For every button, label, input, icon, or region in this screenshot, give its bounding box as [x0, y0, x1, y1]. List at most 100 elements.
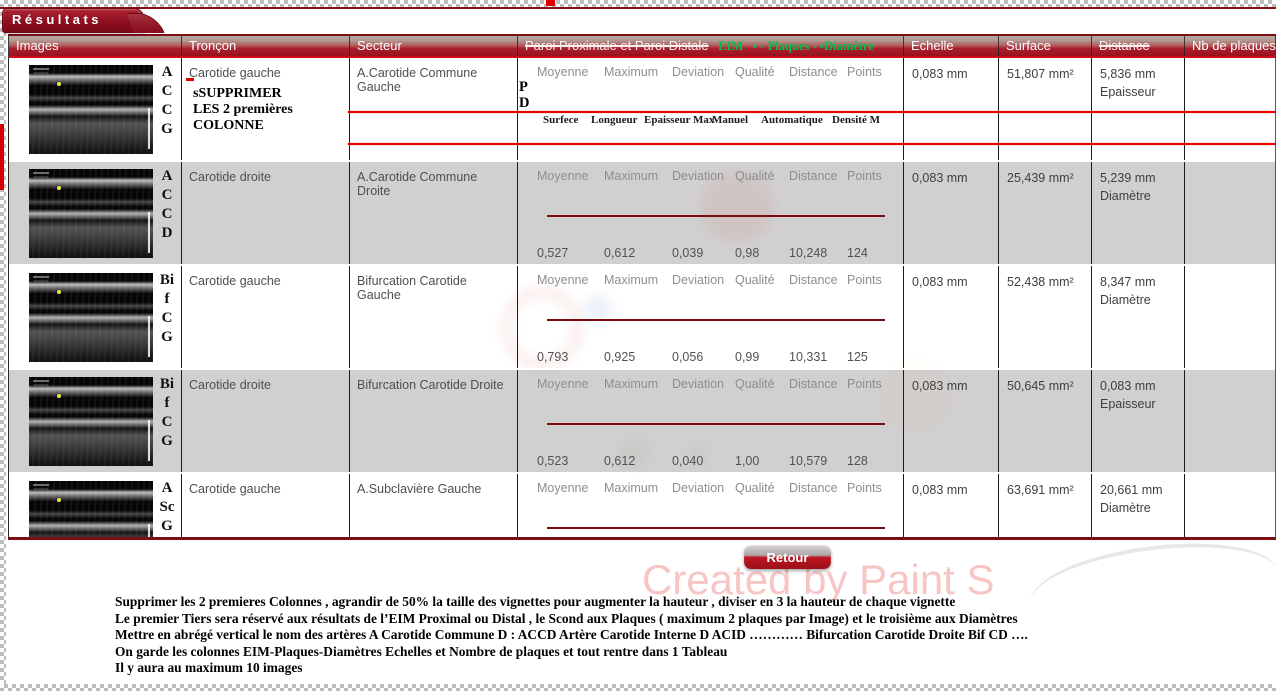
- selection-border-top: [0, 0, 1276, 7]
- ultrasound-scan-texture: [29, 65, 153, 154]
- secteur-value: A.Subclavière Gauche: [350, 474, 517, 496]
- eim-values: 0,793 0,925 0,056 0,99 10,331 125: [518, 350, 903, 366]
- subheader-maximum: Maximum: [604, 273, 658, 287]
- images-cell: A C C G: [9, 58, 181, 160]
- surface-value: 50,645 mm²: [999, 370, 1091, 393]
- distance-value: 5,239 mm: [1092, 162, 1184, 185]
- distance-type-label: Diamètre: [1092, 289, 1184, 307]
- subheader-deviation: Deviation: [672, 169, 724, 183]
- annotation-pd: P D: [519, 79, 529, 111]
- thumbnail-yellow-marker: [57, 82, 61, 86]
- tab-resultats[interactable]: Résultats: [2, 8, 144, 33]
- selection-border-left: [0, 0, 6, 691]
- distance-type-label: Epaisseur: [1092, 81, 1184, 99]
- images-cell: Bi f C G: [9, 370, 181, 472]
- eim-separator-line: [547, 527, 885, 529]
- secteur-value: A.Carotide Commune Gauche: [350, 58, 517, 94]
- band-label: Automatique: [761, 114, 823, 126]
- subheader-distance: Distance: [789, 481, 838, 495]
- secteur-value: Bifurcation Carotide Gauche: [350, 266, 517, 302]
- subheader-maximum: Maximum: [604, 169, 658, 183]
- surface-cell: 63,691 mm²: [998, 474, 1091, 537]
- struck-paroi-label: Paroi Proximale et Paroi Distale: [525, 38, 709, 53]
- troncon-cell: Carotide droite: [181, 162, 349, 264]
- distance-type-label: Diamètre: [1092, 497, 1184, 515]
- note-line: On garde les colonnes EIM-Plaques-Diamèt…: [115, 644, 1028, 661]
- artery-abbrev: A Sc G: [153, 479, 181, 536]
- subheader-points: Points: [847, 377, 882, 391]
- nb-plaques-value: [1185, 162, 1276, 171]
- secteur-value: Bifurcation Carotide Droite: [350, 370, 517, 392]
- subheader-qualite: Qualité: [735, 273, 775, 287]
- distance-cell: 8,347 mm Diamètre: [1091, 266, 1184, 368]
- note-line: Supprimer les 2 premieres Colonnes , agr…: [115, 594, 1028, 611]
- table-row: Bi f C G Carotide droite Bifurcation Car…: [9, 370, 1275, 474]
- eim-values: 0,523 0,612 0,040 1,00 10,579 128: [518, 454, 903, 470]
- troncon-value: Carotide gauche: [182, 474, 349, 496]
- echelle-cell: 0,083 mm: [903, 162, 998, 264]
- table-row: Bi f C G Carotide gauche Bifurcation Car…: [9, 266, 1275, 370]
- tab-resultats-label: Résultats: [3, 9, 143, 31]
- distance-value: 5,836 mm: [1092, 58, 1184, 81]
- troncon-cell: Carotide gauche: [181, 266, 349, 368]
- distance-cell: 20,661 mm Diamètre: [1091, 474, 1184, 537]
- subheader-points: Points: [847, 273, 882, 287]
- subheader-distance: Distance: [789, 273, 838, 287]
- subheader-deviation: Deviation: [672, 65, 724, 79]
- nb-plaques-value: [1185, 266, 1276, 275]
- red-annotation-line: [348, 111, 1276, 113]
- ultrasound-scan-texture: [29, 169, 153, 258]
- nb-plaques-value: [1185, 474, 1276, 483]
- ultrasound-scan-texture: [29, 481, 153, 537]
- nb-plaques-cell: [1184, 370, 1276, 472]
- retour-button[interactable]: Retour: [744, 545, 831, 569]
- column-header-paroi-eim: Paroi Proximale et Paroi Distale EIM ▪ -…: [517, 36, 903, 56]
- ultrasound-thumbnail[interactable]: [29, 273, 153, 362]
- troncon-cell: Carotide droite: [181, 370, 349, 472]
- nb-plaques-cell: [1184, 162, 1276, 264]
- nb-plaques-cell: [1184, 266, 1276, 368]
- secteur-cell: Bifurcation Carotide Gauche: [349, 266, 517, 368]
- value-moyenne: 0,523: [537, 454, 568, 468]
- eim-subheaders: Moyenne Maximum Deviation Qualité Distan…: [518, 169, 903, 185]
- thumbnail-corner-marks: [33, 380, 49, 382]
- backdrop-swoosh: [1026, 531, 1276, 645]
- subheader-points: Points: [847, 481, 882, 495]
- surface-value: 51,807 mm²: [999, 58, 1091, 81]
- thumbnail-yellow-marker: [57, 498, 61, 502]
- ultrasound-thumbnail[interactable]: [29, 65, 153, 154]
- ultrasound-thumbnail[interactable]: [29, 481, 153, 537]
- value-maximum: 0,612: [604, 246, 635, 260]
- surface-value: 63,691 mm²: [999, 474, 1091, 497]
- thumbnail-corner-marks: [33, 484, 49, 486]
- subheader-moyenne: Moyenne: [537, 273, 588, 287]
- red-annotation-dash: [0, 124, 4, 190]
- thumbnail-corner-marks: [33, 276, 49, 278]
- value-deviation: 0,039: [672, 246, 703, 260]
- secteur-cell: Bifurcation Carotide Droite: [349, 370, 517, 472]
- ultrasound-thumbnail[interactable]: [29, 169, 153, 258]
- red-annotation-mark: [186, 78, 194, 81]
- echelle-value: 0,083 mm: [904, 370, 998, 393]
- value-distance: 10,331: [789, 350, 827, 364]
- ultrasound-thumbnail[interactable]: [29, 377, 153, 466]
- selection-border-bottom: [0, 684, 1276, 691]
- band-label: Epaisseur Max: [644, 114, 714, 126]
- secteur-value: A.Carotide Commune Droite: [350, 162, 517, 198]
- eim-cell: Moyenne Maximum Deviation Qualité Distan…: [517, 474, 903, 537]
- echelle-cell: 0,083 mm: [903, 266, 998, 368]
- nb-plaques-value: [1185, 370, 1276, 379]
- eim-values: 0,527 0,612 0,039 0,98 10,248 124: [518, 246, 903, 262]
- subheader-distance: Distance: [789, 377, 838, 391]
- red-annotation-tick: [546, 0, 555, 6]
- column-header-secteur: Secteur: [349, 36, 517, 56]
- subheader-qualite: Qualité: [735, 377, 775, 391]
- distance-value: 8,347 mm: [1092, 266, 1184, 289]
- subheader-qualite: Qualité: [735, 65, 775, 79]
- column-header-surface: Surface: [998, 36, 1091, 56]
- results-screen: Résultats Images Tronçon Secteur Paroi P…: [0, 0, 1276, 691]
- thumbnail-scale-bar: [148, 420, 150, 461]
- value-deviation: 0,056: [672, 350, 703, 364]
- eim-cell: Moyenne Maximum Deviation Qualité Distan…: [517, 370, 903, 472]
- eim-subheaders: Moyenne Maximum Deviation Qualité Distan…: [518, 377, 903, 393]
